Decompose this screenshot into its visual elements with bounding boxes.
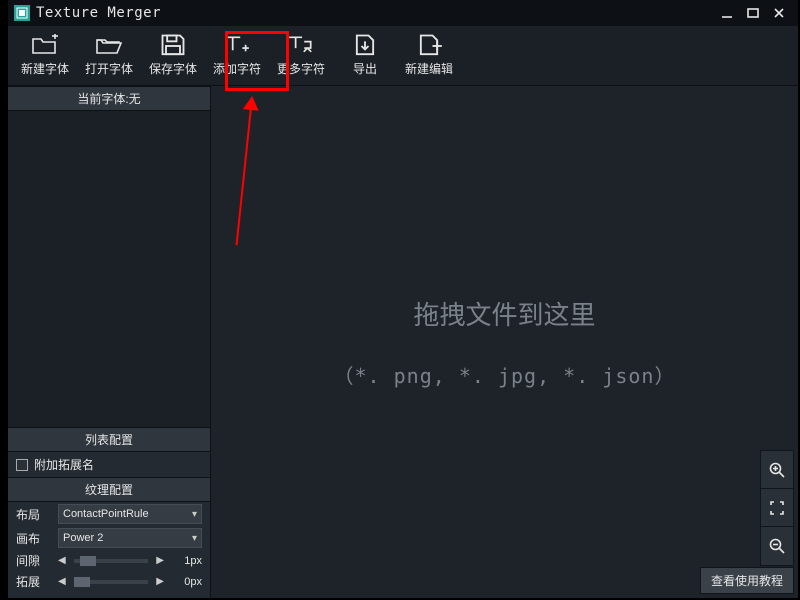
texture-config-header: 纹理配置 <box>8 477 210 502</box>
export-icon <box>351 34 379 56</box>
more-char-button[interactable]: 更多字符 <box>270 28 332 84</box>
folder-new-icon <box>31 34 59 56</box>
more-char-label: 更多字符 <box>277 60 325 77</box>
file-new-icon <box>415 34 443 56</box>
folder-open-icon <box>95 34 123 56</box>
new-font-button[interactable]: 新建字体 <box>14 28 76 84</box>
fit-screen-button[interactable] <box>761 489 793 527</box>
current-font-header: 当前字体:无 <box>8 86 210 111</box>
extend-slider[interactable] <box>74 580 149 584</box>
append-ext-row: 附加拓展名 <box>8 452 210 477</box>
extend-increase-button[interactable]: ▶ <box>154 576 166 587</box>
text-more-icon <box>287 34 315 56</box>
layout-row: 布局 ContactPointRule ▾ <box>8 502 210 526</box>
gap-slider[interactable] <box>74 559 149 563</box>
canvas-area[interactable]: 拖拽文件到这里 （*. png, *. jpg, *. json） 查看使用教程 <box>211 86 798 598</box>
extend-value: 0px <box>172 576 202 588</box>
window-title: Texture Merger <box>36 5 161 21</box>
new-edit-button[interactable]: 新建编辑 <box>398 28 460 84</box>
canvas-select[interactable]: Power 2 ▾ <box>58 528 202 548</box>
close-button[interactable] <box>766 3 792 23</box>
layout-value: ContactPointRule <box>63 508 149 520</box>
export-label: 导出 <box>353 60 377 77</box>
app-window: Texture Merger 新建字体 打开字体 保存字体 <box>8 0 798 598</box>
canvas-row: 画布 Power 2 ▾ <box>8 526 210 550</box>
append-ext-checkbox[interactable] <box>16 459 28 471</box>
maximize-button[interactable] <box>740 3 766 23</box>
chevron-down-icon: ▾ <box>192 509 197 520</box>
canvas-tools <box>760 450 794 566</box>
open-font-button[interactable]: 打开字体 <box>78 28 140 84</box>
layout-select[interactable]: ContactPointRule ▾ <box>58 504 202 524</box>
canvas-value: Power 2 <box>63 532 103 544</box>
canvas-label: 画布 <box>16 530 50 547</box>
save-font-label: 保存字体 <box>149 60 197 77</box>
drop-hint-title: 拖拽文件到这里 <box>413 295 595 332</box>
list-config-header: 列表配置 <box>8 427 210 452</box>
open-font-label: 打开字体 <box>85 60 133 77</box>
gap-label: 间隙 <box>16 552 50 569</box>
extend-label: 拓展 <box>16 573 50 590</box>
extend-row: 拓展 ◀ ▶ 0px <box>8 571 210 598</box>
save-icon <box>159 34 187 56</box>
export-button[interactable]: 导出 <box>334 28 396 84</box>
chevron-down-icon: ▾ <box>192 533 197 544</box>
title-bar: Texture Merger <box>8 0 798 26</box>
window-controls <box>714 3 792 23</box>
zoom-out-button[interactable] <box>761 527 793 565</box>
drop-hint-formats: （*. png, *. jpg, *. json） <box>334 360 676 389</box>
new-font-label: 新建字体 <box>21 60 69 77</box>
layout-label: 布局 <box>16 506 50 523</box>
app-icon <box>14 5 30 21</box>
sidebar: 当前字体:无 列表配置 附加拓展名 纹理配置 布局 ContactPointRu… <box>8 86 211 598</box>
extend-decrease-button[interactable]: ◀ <box>56 576 68 587</box>
body: 当前字体:无 列表配置 附加拓展名 纹理配置 布局 ContactPointRu… <box>8 86 798 598</box>
text-add-icon <box>223 34 251 56</box>
gap-increase-button[interactable]: ▶ <box>154 555 166 566</box>
append-ext-label: 附加拓展名 <box>34 456 94 473</box>
toolbar: 新建字体 打开字体 保存字体 添加字符 更多字符 <box>8 26 798 86</box>
gap-decrease-button[interactable]: ◀ <box>56 555 68 566</box>
new-edit-label: 新建编辑 <box>405 60 453 77</box>
zoom-in-button[interactable] <box>761 451 793 489</box>
gap-value: 1px <box>172 555 202 567</box>
minimize-button[interactable] <box>714 3 740 23</box>
add-char-label: 添加字符 <box>213 60 261 77</box>
font-list-empty <box>8 111 210 427</box>
save-font-button[interactable]: 保存字体 <box>142 28 204 84</box>
gap-row: 间隙 ◀ ▶ 1px <box>8 550 210 571</box>
add-char-button[interactable]: 添加字符 <box>206 28 268 84</box>
tutorial-button[interactable]: 查看使用教程 <box>700 567 794 594</box>
